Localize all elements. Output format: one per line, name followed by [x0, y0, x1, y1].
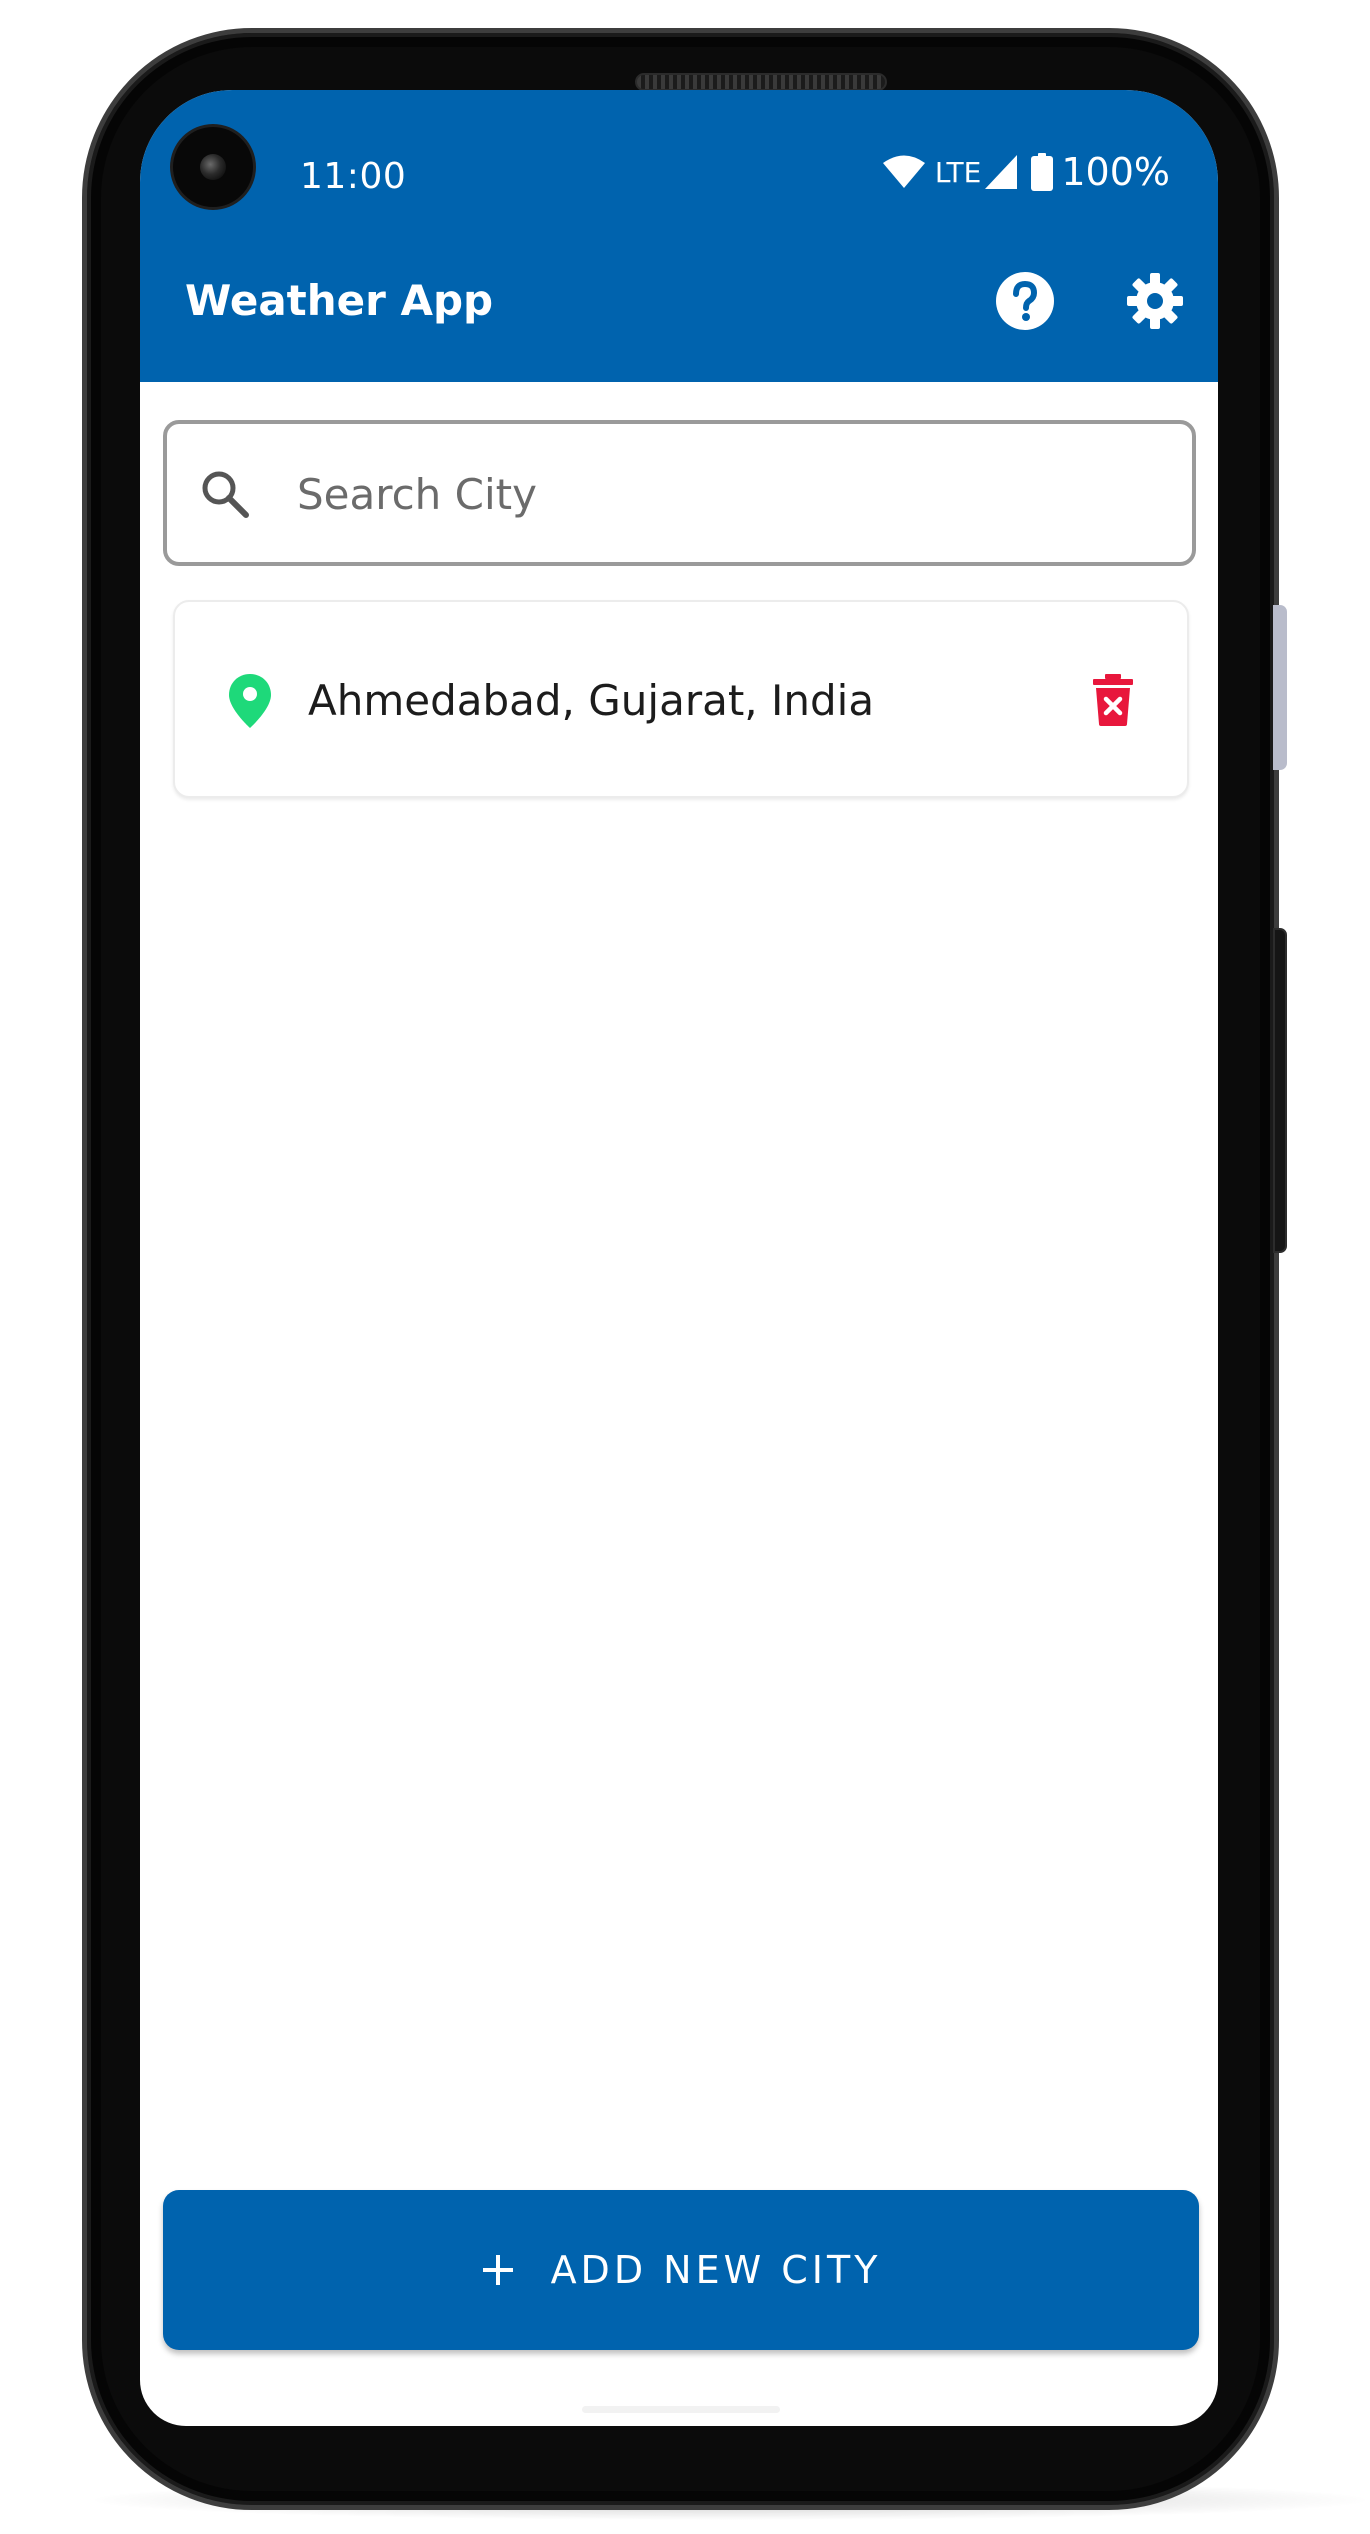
- trash-icon[interactable]: [1091, 674, 1135, 726]
- volume-button: [1273, 928, 1287, 1253]
- map-pin-icon: [229, 674, 271, 728]
- gear-icon[interactable]: [1124, 270, 1186, 332]
- app-screen: 11:00 LTE 100% Weather App Search City A…: [140, 90, 1218, 2426]
- gesture-nav-handle[interactable]: [582, 2406, 780, 2413]
- search-field[interactable]: [163, 420, 1196, 566]
- speaker-grille: [635, 73, 887, 91]
- search-icon: [202, 471, 249, 518]
- city-name: Ahmedabad, Gujarat, India: [308, 676, 875, 725]
- front-camera: [173, 127, 253, 207]
- add-new-city-button[interactable]: ADD NEW CITY: [163, 2190, 1199, 2350]
- battery-level: 100%: [1061, 150, 1170, 194]
- plus-icon: [482, 2255, 513, 2285]
- status-time: 11:00: [300, 156, 407, 197]
- status-bar: 11:00 LTE 100%: [140, 90, 1218, 240]
- page-title: Weather App: [185, 276, 494, 325]
- power-button: [1273, 605, 1287, 770]
- battery-icon: [1031, 153, 1054, 191]
- app-bar: 11:00 LTE 100% Weather App: [140, 90, 1218, 382]
- wifi-icon: [882, 155, 925, 188]
- search-input[interactable]: [295, 454, 1155, 534]
- help-circle-icon[interactable]: [994, 270, 1056, 332]
- cell-signal-icon: [985, 155, 1018, 189]
- add-new-city-label: ADD NEW CITY: [550, 2248, 882, 2292]
- status-indicators: LTE 100%: [882, 150, 1170, 194]
- city-list-item[interactable]: Ahmedabad, Gujarat, India: [173, 600, 1189, 798]
- network-type-label: LTE: [934, 155, 982, 189]
